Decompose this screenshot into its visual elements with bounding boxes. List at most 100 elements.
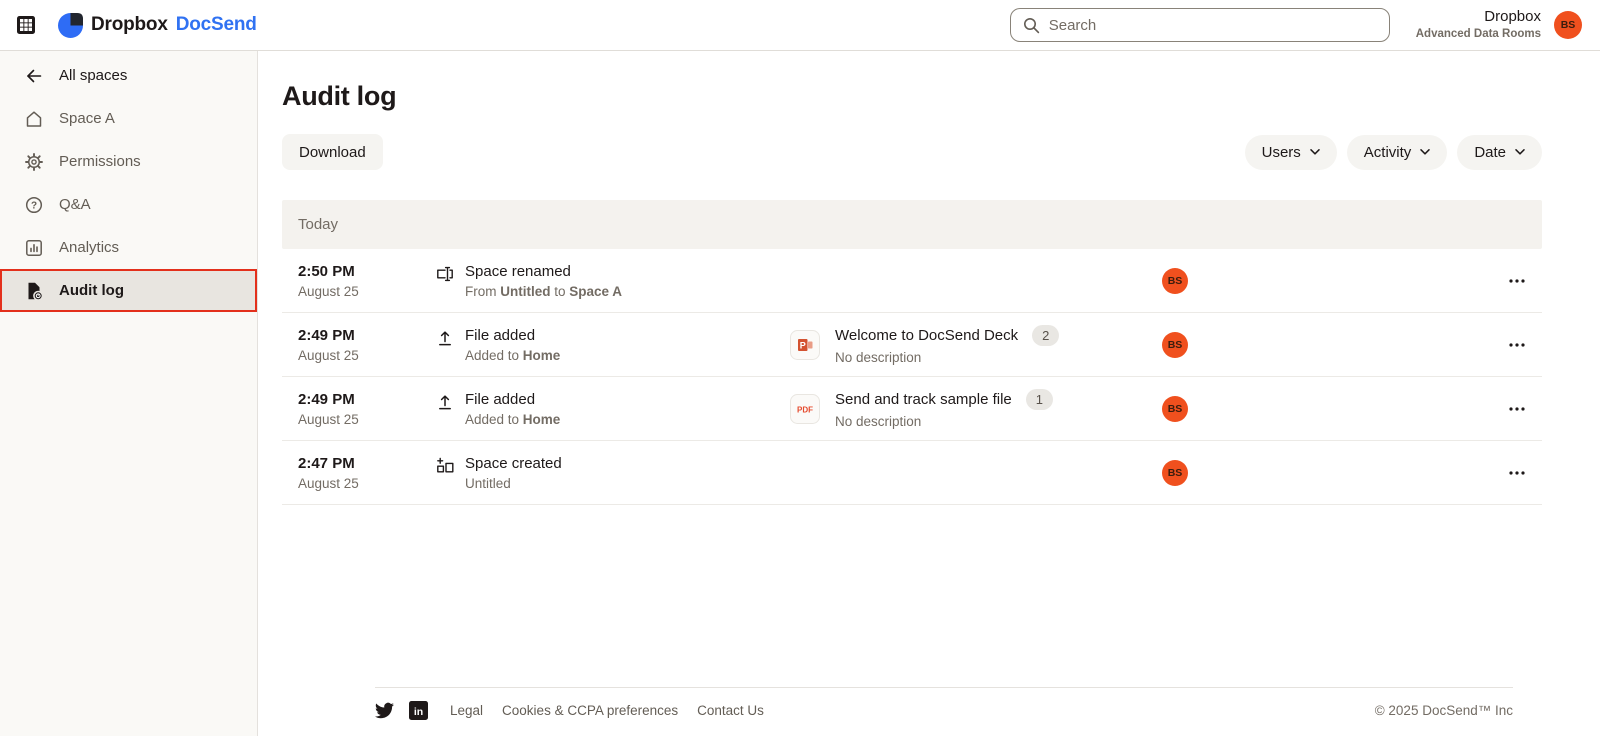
sidebar-item-label: Space A bbox=[59, 110, 115, 127]
actor-avatar: BS bbox=[1162, 460, 1188, 486]
upload-icon bbox=[435, 392, 455, 412]
actor-avatar: BS bbox=[1162, 268, 1188, 294]
back-arrow-icon bbox=[24, 66, 44, 86]
download-button[interactable]: Download bbox=[282, 134, 383, 170]
actor-cell: BS bbox=[1162, 332, 1502, 358]
docsend-logo-icon bbox=[58, 13, 83, 38]
log-row: 2:49 PM August 25 File added Added to Ho… bbox=[282, 313, 1542, 377]
footer: in Legal Cookies & CCPA preferences Cont… bbox=[375, 687, 1513, 736]
row-menu-button[interactable] bbox=[1502, 406, 1526, 412]
pdf-file-icon: PDF bbox=[790, 394, 820, 424]
filter-activity-button[interactable]: Activity bbox=[1347, 135, 1448, 170]
copyright: © 2025 DocSend™ Inc bbox=[1375, 703, 1513, 718]
brand-name: Dropbox bbox=[91, 14, 168, 36]
toolbar: Download Users Activity Date bbox=[282, 134, 1542, 170]
time-cell: 2:49 PM August 25 bbox=[298, 327, 435, 363]
footer-link-contact[interactable]: Contact Us bbox=[697, 703, 764, 718]
filter-date-button[interactable]: Date bbox=[1457, 135, 1542, 170]
event-time: 2:49 PM bbox=[298, 391, 435, 408]
search-box bbox=[1010, 8, 1390, 42]
apps-grid-icon[interactable] bbox=[16, 15, 36, 35]
document-count-badge: 1 bbox=[1026, 389, 1053, 410]
action-cell: Space renamed From Untitled to Space A bbox=[435, 263, 790, 299]
search-input[interactable] bbox=[1010, 8, 1390, 42]
document-description: No description bbox=[835, 414, 1053, 429]
twitter-icon[interactable] bbox=[375, 701, 394, 720]
sidebar-item-audit-log[interactable]: Audit log bbox=[0, 269, 257, 312]
space-created-icon bbox=[435, 456, 455, 476]
question-circle-icon: ? bbox=[24, 195, 44, 215]
user-avatar[interactable]: BS bbox=[1554, 11, 1582, 39]
log-row: 2:49 PM August 25 File added Added to Ho… bbox=[282, 377, 1542, 441]
filter-users-button[interactable]: Users bbox=[1245, 135, 1337, 170]
document-cell[interactable]: PDF Send and track sample file 1 No desc… bbox=[790, 389, 1162, 429]
chevron-down-icon bbox=[1515, 149, 1525, 155]
svg-text:in: in bbox=[414, 706, 423, 718]
home-icon bbox=[24, 109, 44, 129]
action-detail: Added to Home bbox=[465, 348, 560, 363]
sidebar-item-space-a[interactable]: Space A bbox=[0, 97, 257, 140]
sidebar-item-qa[interactable]: ? Q&A bbox=[0, 183, 257, 226]
action-cell: File added Added to Home bbox=[435, 391, 790, 427]
ellipsis-icon bbox=[1508, 470, 1526, 476]
footer-links: Legal Cookies & CCPA preferences Contact… bbox=[450, 703, 764, 718]
document-description: No description bbox=[835, 350, 1059, 365]
search-icon bbox=[1023, 17, 1040, 34]
event-date: August 25 bbox=[298, 476, 435, 491]
document-name: Welcome to DocSend Deck bbox=[835, 327, 1018, 344]
document-cell[interactable]: P Welcome to DocSend Deck 2 No descripti… bbox=[790, 325, 1162, 365]
sidebar-item-permissions[interactable]: Permissions bbox=[0, 140, 257, 183]
footer-link-cookies[interactable]: Cookies & CCPA preferences bbox=[502, 703, 678, 718]
document-count-badge: 2 bbox=[1032, 325, 1059, 346]
event-date: August 25 bbox=[298, 412, 435, 427]
chevron-down-icon bbox=[1310, 149, 1320, 155]
sidebar-item-label: Permissions bbox=[59, 153, 141, 170]
gear-icon bbox=[24, 152, 44, 172]
ellipsis-icon bbox=[1508, 342, 1526, 348]
event-time: 2:50 PM bbox=[298, 263, 435, 280]
svg-text:P: P bbox=[800, 340, 806, 350]
action-detail: From Untitled to Space A bbox=[465, 284, 622, 299]
linkedin-icon[interactable]: in bbox=[409, 701, 428, 720]
main-content: Audit log Download Users Activity Date T bbox=[258, 51, 1600, 736]
filter-label: Activity bbox=[1364, 144, 1412, 161]
log-row: 2:50 PM August 25 Space renamed From Unt… bbox=[282, 249, 1542, 313]
sidebar-item-analytics[interactable]: Analytics bbox=[0, 226, 257, 269]
event-date: August 25 bbox=[298, 284, 435, 299]
footer-link-legal[interactable]: Legal bbox=[450, 703, 483, 718]
row-menu-button[interactable] bbox=[1502, 342, 1526, 348]
document-name: Send and track sample file bbox=[835, 391, 1012, 408]
action-detail: Added to Home bbox=[465, 412, 560, 427]
ellipsis-icon bbox=[1508, 278, 1526, 284]
row-menu-button[interactable] bbox=[1502, 470, 1526, 476]
actor-avatar: BS bbox=[1162, 396, 1188, 422]
sidebar-item-label: Q&A bbox=[59, 196, 91, 213]
actor-cell: BS bbox=[1162, 396, 1502, 422]
date-group-header: Today bbox=[282, 200, 1542, 249]
sidebar: All spaces Space A bbox=[0, 51, 258, 736]
brand-product: DocSend bbox=[176, 14, 257, 36]
filter-label: Users bbox=[1262, 144, 1301, 161]
account-org: Dropbox bbox=[1416, 8, 1541, 27]
time-cell: 2:47 PM August 25 bbox=[298, 455, 435, 491]
action-title: File added bbox=[465, 391, 560, 408]
top-bar: Dropbox DocSend Dropbox Advanced Data Ro… bbox=[0, 0, 1600, 51]
sidebar-item-all-spaces[interactable]: All spaces bbox=[0, 54, 257, 97]
audit-log-table: Today 2:50 PM August 25 bbox=[282, 200, 1542, 505]
upload-icon bbox=[435, 328, 455, 348]
sidebar-item-label: Audit log bbox=[59, 282, 124, 299]
actor-cell: BS bbox=[1162, 460, 1502, 486]
time-cell: 2:49 PM August 25 bbox=[298, 391, 435, 427]
row-menu-button[interactable] bbox=[1502, 278, 1526, 284]
event-date: August 25 bbox=[298, 348, 435, 363]
account-info: Dropbox Advanced Data Rooms bbox=[1416, 8, 1541, 41]
svg-text:PDF: PDF bbox=[797, 405, 813, 414]
time-cell: 2:50 PM August 25 bbox=[298, 263, 435, 299]
action-title: File added bbox=[465, 327, 560, 344]
actor-avatar: BS bbox=[1162, 332, 1188, 358]
ellipsis-icon bbox=[1508, 406, 1526, 412]
filter-group: Users Activity Date bbox=[1245, 135, 1542, 170]
sidebar-item-label: Analytics bbox=[59, 239, 119, 256]
page-title: Audit log bbox=[282, 81, 1542, 112]
brand-logo[interactable]: Dropbox DocSend bbox=[58, 13, 257, 38]
